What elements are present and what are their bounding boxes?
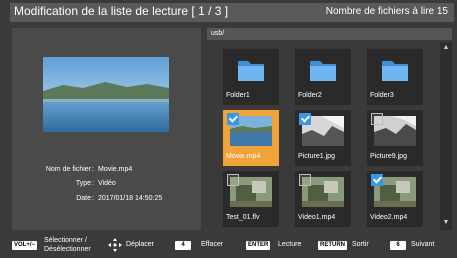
move-label: Déplacer bbox=[126, 241, 155, 248]
key-4-icon: 4 bbox=[175, 241, 191, 250]
separator: : bbox=[92, 166, 94, 173]
file-tile[interactable]: Video2.mp4 bbox=[367, 171, 423, 227]
preview-image bbox=[43, 57, 169, 132]
name-label: Nom de fichier bbox=[45, 166, 91, 173]
file-count: Nombre de fichiers à lire 15 bbox=[325, 6, 448, 17]
info-name-row: Nom de fichier : Movie.mp4 bbox=[12, 166, 201, 178]
scrollbar[interactable]: ▲ ▼ bbox=[440, 42, 452, 230]
playlist-editor-screen: Modification de la liste de lecture [ 1 … bbox=[0, 0, 457, 258]
page-title: Modification de la liste de lecture [ 1 … bbox=[14, 4, 229, 18]
folder-icon bbox=[310, 61, 336, 81]
checked-checkbox[interactable] bbox=[299, 113, 311, 125]
return-key-icon: RETURN bbox=[318, 241, 347, 250]
file-name: Folder3 bbox=[370, 92, 394, 99]
file-name: Video2.mp4 bbox=[370, 214, 408, 221]
file-tile-selected[interactable]: Movie.mp4 bbox=[223, 110, 279, 166]
enter-key-icon: ENTER bbox=[246, 241, 271, 250]
select-label-1: Sélectionner / bbox=[44, 237, 87, 244]
vol-key-icon: VOL+/− bbox=[12, 241, 38, 250]
type-value: Vidéo bbox=[98, 180, 116, 187]
select-label-2: Désélectionner bbox=[44, 246, 91, 253]
folder-icon bbox=[238, 61, 264, 81]
file-name: Video1.mp4 bbox=[298, 214, 336, 221]
preview-panel: Nom de fichier : Movie.mp4 Type : Vidéo … bbox=[12, 28, 201, 230]
file-name: Test_01.flv bbox=[226, 214, 260, 221]
file-tile[interactable]: Folder3 bbox=[367, 49, 423, 105]
separator: : bbox=[92, 195, 94, 202]
file-name: Folder1 bbox=[226, 92, 250, 99]
footer-bar: VOL+/− Sélectionner / Désélectionner Dép… bbox=[0, 234, 457, 258]
unchecked-checkbox[interactable] bbox=[227, 174, 239, 186]
key-6-icon: 6 bbox=[390, 241, 406, 250]
info-date-row: Date : 2017/01/18 14:50:25 bbox=[12, 195, 201, 207]
file-tile[interactable]: Video1.mp4 bbox=[295, 171, 351, 227]
unchecked-checkbox[interactable] bbox=[299, 174, 311, 186]
file-tile[interactable]: Test_01.flv bbox=[223, 171, 279, 227]
file-name: Movie.mp4 bbox=[226, 153, 261, 160]
next-label: Suivant bbox=[411, 241, 435, 248]
file-tile[interactable]: Picture1.jpg bbox=[295, 110, 351, 166]
scroll-down-icon[interactable]: ▼ bbox=[442, 219, 450, 226]
separator: : bbox=[92, 180, 94, 187]
file-name: Picture1.jpg bbox=[298, 153, 335, 160]
type-label: Type bbox=[75, 180, 91, 187]
name-value: Movie.mp4 bbox=[98, 166, 133, 173]
path-bar: usb/ bbox=[207, 28, 452, 40]
folder-icon bbox=[382, 61, 408, 81]
file-grid: Folder1 Folder2 Folder3 Movie.mp4 Pictur… bbox=[207, 42, 439, 230]
checked-checkbox[interactable] bbox=[227, 113, 239, 125]
dpad-icon bbox=[108, 238, 122, 252]
date-label: Date bbox=[76, 195, 91, 202]
title-bar: Modification de la liste de lecture [ 1 … bbox=[10, 3, 454, 22]
unchecked-checkbox[interactable] bbox=[371, 113, 383, 125]
file-tile[interactable]: Picture9.jpg bbox=[367, 110, 423, 166]
info-type-row: Type : Vidéo bbox=[12, 180, 201, 192]
play-label: Lecture bbox=[278, 241, 302, 248]
exit-label: Sortir bbox=[352, 241, 369, 248]
file-tile[interactable]: Folder2 bbox=[295, 49, 351, 105]
scroll-up-icon[interactable]: ▲ bbox=[442, 44, 450, 51]
delete-label: Effacer bbox=[201, 241, 224, 248]
file-name: Picture9.jpg bbox=[370, 153, 407, 160]
file-tile[interactable]: Folder1 bbox=[223, 49, 279, 105]
checked-checkbox[interactable] bbox=[371, 174, 383, 186]
file-name: Folder2 bbox=[298, 92, 322, 99]
current-path: usb/ bbox=[211, 30, 225, 37]
date-value: 2017/01/18 14:50:25 bbox=[98, 195, 163, 202]
